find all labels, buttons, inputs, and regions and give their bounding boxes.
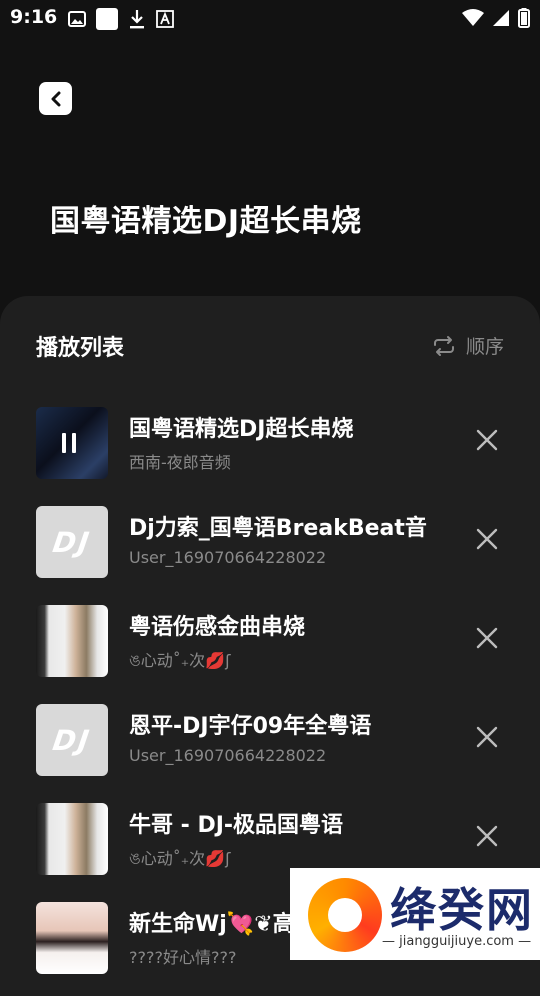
repeat-icon bbox=[433, 335, 454, 356]
dj-logo-thumbnail: DJ bbox=[36, 704, 108, 776]
playlist-item[interactable]: 粤语伤感金曲串烧 ঙ心动˚₊次💋ʃ bbox=[0, 601, 540, 681]
play-mode-label: 顺序 bbox=[465, 336, 504, 358]
site-watermark: 绛癸网 — jiangguijiuye.com — bbox=[290, 868, 540, 960]
watermark-url: — jiangguijiuye.com — bbox=[382, 934, 532, 949]
wifi-icon bbox=[462, 9, 484, 26]
song-artist: ঙ心动˚₊次💋ʃ bbox=[129, 651, 231, 670]
close-icon[interactable] bbox=[476, 726, 498, 748]
watermark-name: 绛癸网 bbox=[390, 883, 534, 937]
close-icon[interactable] bbox=[476, 528, 498, 550]
dj-logo-text: DJ bbox=[50, 525, 94, 559]
cover-thumbnail bbox=[36, 803, 108, 875]
song-title: 国粤语精选DJ超长串烧 bbox=[129, 417, 354, 442]
cover-thumbnail bbox=[36, 902, 108, 974]
song-title: Dj力索_国粤语BreakBeat音 bbox=[129, 516, 427, 541]
dj-logo-thumbnail: DJ bbox=[36, 506, 108, 578]
song-artist: 西南-夜郎音频 bbox=[129, 453, 231, 472]
song-title: 粤语伤感金曲串烧 bbox=[129, 615, 306, 640]
song-artist: ????好心情??? bbox=[129, 948, 237, 967]
song-title: 新生命Wj💘❦高 bbox=[129, 912, 295, 937]
signal-icon bbox=[493, 10, 509, 26]
back-button[interactable] bbox=[39, 82, 72, 115]
system-icons bbox=[462, 8, 530, 28]
song-artist: ঙ心动˚₊次💋ʃ bbox=[129, 849, 231, 868]
battery-icon bbox=[518, 8, 530, 28]
cover-thumbnail bbox=[36, 605, 108, 677]
playlist-item[interactable]: 牛哥 - DJ-极品国粤语 ঙ心动˚₊次💋ʃ bbox=[0, 799, 540, 879]
page-title: 国粤语精选DJ超长串烧 bbox=[50, 204, 362, 239]
download-icon bbox=[130, 10, 144, 29]
playlist-title: 播放列表 bbox=[36, 336, 125, 361]
status-bar: 9:16 bbox=[0, 0, 540, 36]
dj-logo-text: DJ bbox=[50, 723, 94, 757]
close-icon[interactable] bbox=[476, 429, 498, 451]
notification-icons bbox=[68, 8, 174, 30]
playlist-item[interactable]: DJ Dj力索_国粤语BreakBeat音 User_1690706642280… bbox=[0, 502, 540, 582]
watermark-logo bbox=[308, 878, 382, 952]
song-title: 牛哥 - DJ-极品国粤语 bbox=[129, 813, 344, 838]
playlist-item[interactable]: 国粤语精选DJ超长串烧 西南-夜郎音频 bbox=[0, 403, 540, 483]
song-title: 恩平-DJ宇仔09年全粤语 bbox=[129, 714, 372, 739]
song-artist: User_169070664228022 bbox=[129, 746, 327, 765]
gallery-icon bbox=[68, 11, 86, 27]
font-app-icon bbox=[156, 10, 174, 28]
song-artist: User_169070664228022 bbox=[129, 548, 327, 567]
play-mode-button[interactable]: 顺序 bbox=[432, 332, 504, 359]
pause-icon[interactable] bbox=[62, 433, 82, 453]
close-icon[interactable] bbox=[476, 627, 498, 649]
chevron-left-icon bbox=[51, 91, 60, 106]
cover-thumbnail bbox=[36, 407, 108, 479]
status-time: 9:16 bbox=[10, 6, 58, 28]
close-icon[interactable] bbox=[476, 825, 498, 847]
playlist-item[interactable]: DJ 恩平-DJ宇仔09年全粤语 User_169070664228022 bbox=[0, 700, 540, 780]
square-app-icon bbox=[96, 8, 118, 30]
